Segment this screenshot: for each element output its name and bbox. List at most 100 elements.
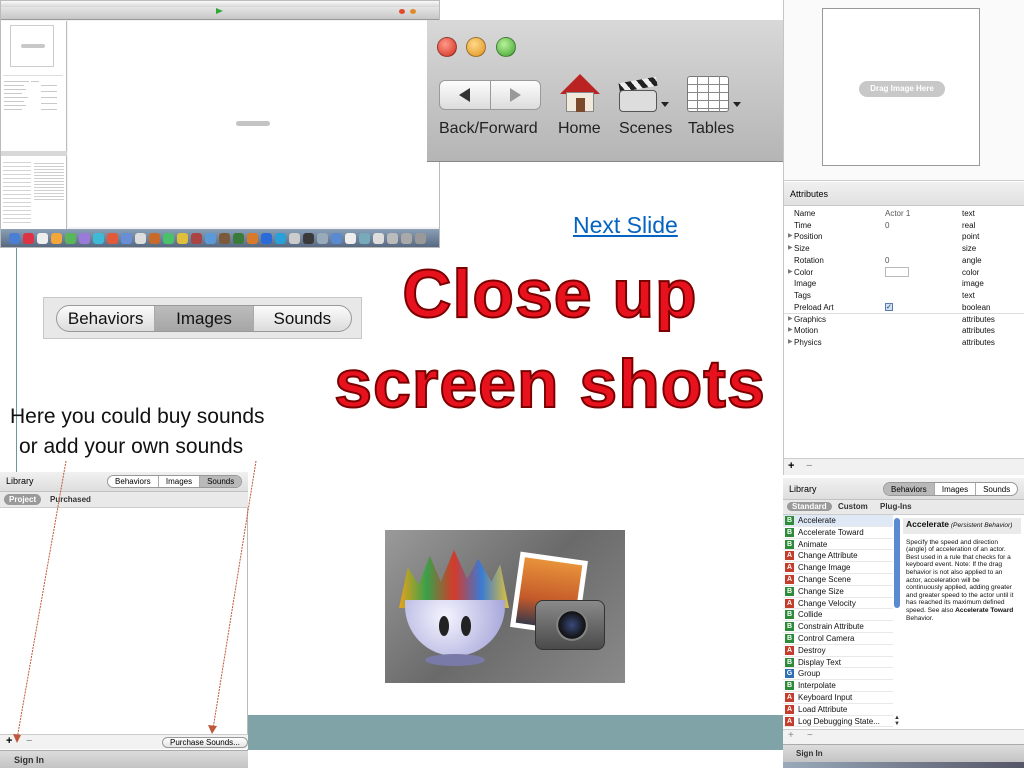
caption: Here you could buy sounds or add your ow… [10, 402, 265, 462]
behavior-list-item[interactable]: B Change Size [783, 586, 893, 598]
tab-images[interactable]: Images [935, 483, 977, 495]
behavior-label: Control Camera [798, 634, 855, 643]
mini-library-tabs [1, 151, 67, 156]
attribute-row[interactable]: ▶ Physics attributes [784, 337, 1024, 349]
behavior-badge-icon: B [785, 539, 794, 549]
sign-in-button[interactable]: Sign In [14, 755, 44, 765]
segmented-closeup: Behaviors Images Sounds [43, 297, 362, 339]
subtab-plug-ins[interactable]: Plug-Ins [880, 502, 912, 511]
behavior-badge-icon: A [785, 645, 794, 655]
behavior-list-item[interactable]: B Accelerate [783, 515, 893, 527]
camera-icon [535, 600, 605, 650]
behavior-list-item[interactable]: B Control Camera [783, 633, 893, 645]
attribute-value[interactable]: 0 [885, 221, 889, 230]
behavior-label: Constrain Attribute [798, 622, 864, 632]
next-slide-link[interactable]: Next Slide [573, 212, 678, 239]
behavior-badge-icon: B [785, 622, 794, 632]
back-forward-button[interactable] [439, 80, 541, 110]
tab-sounds[interactable]: Sounds [976, 483, 1017, 495]
attribute-row[interactable]: Time 0 real [784, 220, 1024, 232]
behavior-badge-icon: B [785, 610, 794, 620]
behavior-label: Destroy [798, 645, 826, 655]
disclosure-triangle-icon[interactable]: ▶ [788, 232, 793, 239]
sign-in-button[interactable]: Sign In [796, 749, 823, 758]
attribute-type: text [962, 290, 975, 300]
scroll-arrows-icon[interactable]: ▲ ▼ [894, 715, 900, 727]
mini-record-icon [399, 9, 405, 14]
subtab-custom[interactable]: Custom [838, 502, 868, 511]
behavior-list-item[interactable]: A Change Scene [783, 574, 893, 586]
scenes-icon[interactable] [617, 76, 669, 114]
attribute-row[interactable]: ▶ Size size [784, 243, 1024, 255]
gamesalad-main-screenshot [0, 0, 440, 248]
attribute-row[interactable]: Rotation 0 angle [784, 255, 1024, 267]
behavior-list-item[interactable]: G Group [783, 668, 893, 681]
add-attribute-button[interactable]: + [788, 460, 794, 472]
behavior-detail-header: Accelerate (Persistent Behavior) [903, 518, 1021, 534]
behavior-list-item[interactable]: A Log Debugging State... [783, 716, 893, 728]
disclosure-triangle-icon[interactable]: ▶ [788, 244, 793, 251]
attribute-row[interactable]: Preload Art boolean ✓ [784, 302, 1024, 314]
attribute-name: Rotation [794, 255, 824, 265]
attribute-value[interactable]: 0 [885, 256, 889, 265]
add-behavior-button[interactable]: + [788, 730, 794, 741]
attribute-row[interactable]: Name Actor 1 text [784, 208, 1024, 220]
attribute-name: Time [794, 220, 812, 230]
attribute-row[interactable]: ▶ Graphics attributes [784, 313, 1024, 325]
close-window-icon[interactable] [437, 37, 457, 57]
behavior-list-item[interactable]: B Constrain Attribute [783, 621, 893, 633]
zoom-window-icon[interactable] [496, 37, 516, 57]
behavior-badge-icon: A [785, 551, 794, 561]
attribute-value[interactable]: Actor 1 [885, 209, 910, 218]
tab-behaviors[interactable]: Behaviors [884, 483, 935, 495]
behavior-list-item[interactable]: B Accelerate Toward [783, 527, 893, 539]
arrow-to-add-button [16, 460, 67, 740]
disclosure-triangle-icon[interactable]: ▶ [788, 338, 793, 345]
list-scrollbar[interactable] [894, 518, 900, 608]
disclosure-triangle-icon[interactable]: ▶ [788, 268, 793, 275]
library-segmented-control: Behaviors Images Sounds [883, 482, 1018, 496]
back-forward-label: Back/Forward [439, 120, 538, 137]
behavior-list-item[interactable]: B Interpolate [783, 680, 893, 692]
subtab-standard[interactable]: Standard [787, 502, 832, 511]
attribute-type: attributes [962, 326, 995, 335]
image-drop-zone[interactable]: Drag Image Here [822, 8, 980, 166]
disclosure-triangle-icon[interactable]: ▶ [788, 315, 793, 322]
mini-left-column [1, 21, 67, 229]
attribute-row[interactable]: ▶ Motion attributes [784, 325, 1024, 337]
attribute-row[interactable]: Tags text [784, 290, 1024, 302]
color-swatch[interactable] [885, 266, 909, 277]
behavior-list-item[interactable]: A Destroy [783, 645, 893, 657]
mini-behavior-detail [34, 161, 64, 201]
attribute-row[interactable]: Image image [784, 278, 1024, 290]
disclosure-triangle-icon[interactable]: ▶ [788, 326, 793, 333]
behavior-list-item[interactable]: B Collide [783, 609, 893, 622]
preload-art-checkbox[interactable]: ✓ [885, 302, 893, 311]
behavior-badge-icon: B [785, 527, 794, 537]
behavior-list-item[interactable]: B Animate [783, 539, 893, 551]
remove-behavior-button[interactable]: − [807, 730, 813, 741]
attribute-row[interactable]: ▶ Color color [784, 266, 1024, 279]
behavior-list-item[interactable]: A Change Attribute [783, 550, 893, 563]
tab-images[interactable]: Images [155, 306, 254, 331]
tab-sounds[interactable]: Sounds [254, 306, 351, 331]
back-arrow-icon[interactable] [440, 81, 491, 109]
app-icons-image [385, 530, 625, 683]
behavior-list-item[interactable]: A Change Image [783, 562, 893, 574]
tables-icon[interactable] [685, 76, 741, 114]
behavior-list-item[interactable]: B Display Text [783, 657, 893, 669]
behavior-list-item[interactable]: A Keyboard Input [783, 692, 893, 704]
library-segmented-control: Behaviors Images Sounds [56, 305, 352, 332]
tab-behaviors[interactable]: Behaviors [57, 306, 156, 331]
behavior-list-item[interactable]: A Load Attribute [783, 704, 893, 716]
behavior-list-item[interactable]: A Change Velocity [783, 598, 893, 610]
behavior-badge-icon: B [785, 516, 794, 525]
home-icon[interactable] [558, 74, 602, 114]
minimize-window-icon[interactable] [466, 37, 486, 57]
remove-attribute-button[interactable]: − [806, 460, 812, 472]
forward-arrow-icon[interactable] [491, 81, 541, 109]
attribute-row[interactable]: ▶ Position point [784, 231, 1024, 243]
behavior-badge-icon: B [785, 586, 794, 596]
behavior-detail-end: Behavior. [906, 614, 934, 622]
image-well-area: Drag Image Here [784, 0, 1024, 181]
